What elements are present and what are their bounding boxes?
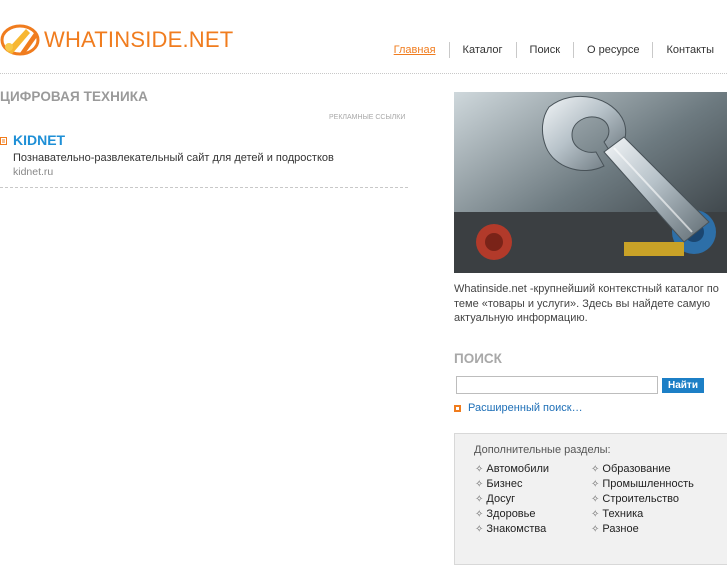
extra-item-promyshlennost[interactable]: ✧ Промышленность	[591, 478, 711, 490]
nav-about[interactable]: О ресурсе	[573, 42, 652, 58]
extra-sections-box: Дополнительные разделы: ✧ Автомобили ✧ Обр…	[454, 433, 727, 565]
arrow-icon: ✧	[475, 479, 484, 490]
logo-icon	[0, 24, 40, 56]
extra-sections-list: ✧ Автомобили ✧ Образование ✧ Бизнес ✧ Промыш…	[475, 463, 725, 535]
advanced-search-label: Расширенный поиск…	[468, 402, 583, 414]
ad-divider	[0, 187, 408, 188]
arrow-icon: ✧	[475, 494, 484, 505]
document-icon	[0, 137, 7, 145]
extra-item-raznoe[interactable]: ✧ Разное	[591, 523, 711, 535]
nav-contacts[interactable]: Контакты	[652, 42, 727, 58]
extra-item-label: Автомобили	[486, 463, 550, 475]
extra-item-tehnika[interactable]: ✧ Техника	[591, 508, 711, 520]
extra-item-label: Разное	[602, 523, 639, 535]
extra-item-znakomstva[interactable]: ✧ Знакомства	[475, 523, 591, 535]
extra-item-label: Бизнес	[486, 478, 523, 490]
ad-title-link[interactable]: KIDNET	[13, 132, 65, 148]
site-name: WHATINSIDE.NET	[44, 27, 234, 52]
extra-item-label: Промышленность	[602, 478, 694, 490]
extra-item-label: Здоровье	[486, 508, 536, 520]
extra-item-biznes[interactable]: ✧ Бизнес	[475, 478, 591, 490]
extra-item-label: Знакомства	[486, 523, 547, 535]
ads-label: РЕКЛАМНЫЕ ССЫЛКИ	[329, 114, 406, 121]
hero-image	[454, 92, 727, 273]
arrow-icon: ✧	[475, 509, 484, 520]
ad-url-link[interactable]: kidnet.ru	[13, 166, 53, 178]
arrow-icon: ✧	[591, 509, 600, 520]
search-button[interactable]: Найти	[662, 378, 704, 393]
extra-item-label: Техника	[602, 508, 644, 520]
extra-item-avtomobili[interactable]: ✧ Автомобили	[475, 463, 591, 475]
arrow-icon: ✧	[475, 524, 484, 535]
extra-item-label: Строительство	[602, 493, 679, 505]
ad-description: Познавательно-развлекательный сайт для д…	[13, 152, 334, 164]
bullet-icon	[454, 404, 461, 412]
advanced-search-link[interactable]: Расширенный поиск…	[454, 402, 583, 414]
extra-sections-title: Дополнительные разделы:	[474, 444, 611, 456]
arrow-icon: ✧	[475, 464, 484, 475]
search-title: ПОИСК	[454, 351, 502, 366]
arrow-icon: ✧	[591, 494, 600, 505]
extra-item-obrazovanie[interactable]: ✧ Образование	[591, 463, 711, 475]
arrow-icon: ✧	[591, 524, 600, 535]
main-nav: Главная Каталог Поиск О ресурсе Контакты	[381, 42, 727, 58]
nav-catalog[interactable]: Каталог	[448, 42, 516, 58]
extra-item-dosug[interactable]: ✧ Досуг	[475, 493, 591, 505]
arrow-icon: ✧	[591, 479, 600, 490]
site-logo[interactable]: WHATINSIDE.NET	[0, 22, 233, 58]
search-input[interactable]	[456, 376, 658, 394]
extra-item-stroitelstvo[interactable]: ✧ Строительство	[591, 493, 711, 505]
arrow-icon: ✧	[591, 464, 600, 475]
extra-item-label: Досуг	[486, 493, 516, 505]
nav-search[interactable]: Поиск	[515, 42, 573, 58]
header-divider	[0, 73, 727, 74]
nav-home[interactable]: Главная	[381, 42, 449, 58]
wrench-image	[454, 92, 727, 273]
extra-item-label: Образование	[602, 463, 671, 475]
about-text: Whatinside.net -крупнейший контекстный к…	[454, 283, 719, 324]
extra-item-zdorovie[interactable]: ✧ Здоровье	[475, 508, 591, 520]
section-title: ЦИФРОВАЯ ТЕХНИКА	[0, 89, 148, 104]
